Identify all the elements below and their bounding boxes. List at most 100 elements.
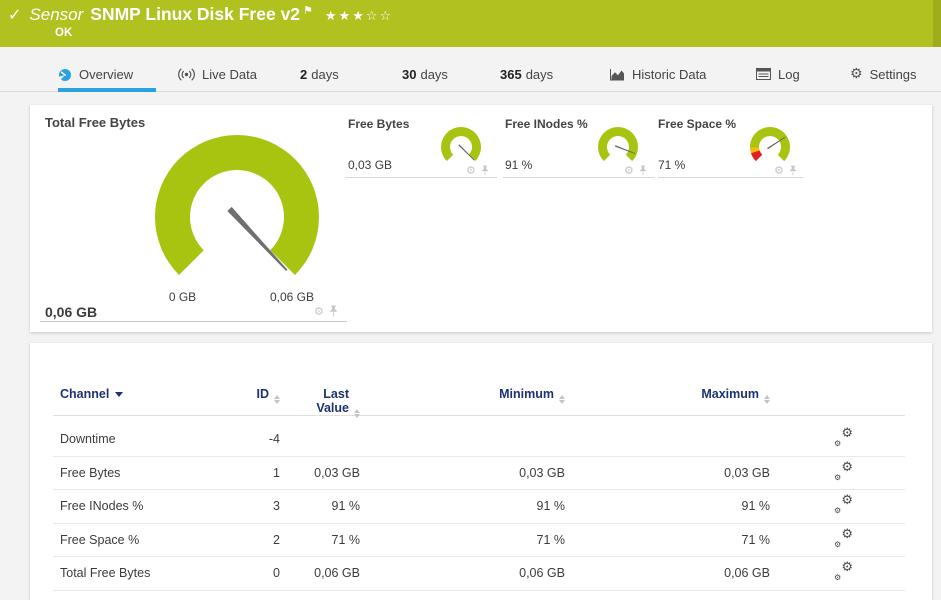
banner-edge-shade bbox=[933, 0, 941, 47]
status-badge: OK bbox=[55, 27, 73, 39]
mini-gauge-value: 91 % bbox=[505, 158, 533, 172]
channel-settings-icon[interactable]: ⚙ ⚙ bbox=[834, 494, 853, 515]
gauge-settings-icon[interactable]: ⚙ bbox=[624, 165, 634, 176]
channel-maximum: 0,06 GB bbox=[724, 566, 770, 581]
table-row-free-space: Free Space % 2 71 % 71 % 71 % ⚙ ⚙ bbox=[53, 524, 905, 557]
channel-settings-icon[interactable]: ⚙ ⚙ bbox=[834, 528, 853, 549]
tab-overview[interactable]: Overview bbox=[58, 47, 156, 92]
gauges-panel: Total Free Bytes 0 GB 0,06 GB 0,06 GB ⚙ … bbox=[30, 105, 932, 332]
mini-cell-rule bbox=[503, 177, 655, 178]
area-chart-icon bbox=[610, 69, 624, 81]
pin-icon[interactable] bbox=[789, 165, 797, 176]
flag-icon[interactable]: ⚑ bbox=[303, 4, 313, 17]
channel-id: 3 bbox=[273, 499, 280, 514]
gauge-settings-icon[interactable]: ⚙ bbox=[466, 165, 476, 176]
mini-gauge-title-free-bytes: Free Bytes bbox=[348, 117, 410, 131]
sensor-name: SNMP Linux Disk Free v2 bbox=[90, 4, 301, 24]
settings-gear-icon: ⚙ bbox=[850, 66, 863, 82]
tab-30-days[interactable]: 30 days bbox=[402, 47, 448, 92]
sensor-tab-bar: Overview Live Data 2 days 30 days 365 da… bbox=[0, 47, 941, 92]
primary-gauge-actions: ⚙ bbox=[314, 305, 338, 317]
channel-name: Downtime bbox=[60, 432, 116, 447]
mini-gauge-title-free-space: Free Space % bbox=[658, 117, 737, 131]
live-data-icon bbox=[178, 68, 195, 81]
stars-empty: ☆☆ bbox=[365, 9, 394, 24]
tab-label: days bbox=[311, 67, 339, 82]
channel-maximum: 71 % bbox=[741, 532, 771, 547]
column-label: Last Value bbox=[316, 387, 349, 415]
channel-id: -4 bbox=[268, 432, 280, 447]
primary-gauge-title: Total Free Bytes bbox=[45, 115, 146, 130]
tab-label: Settings bbox=[869, 67, 917, 82]
table-row-downtime: Downtime -4 ⚙ ⚙ bbox=[53, 423, 905, 457]
column-header-actions bbox=[770, 388, 905, 418]
channel-id: 1 bbox=[273, 465, 280, 480]
tab-live-data[interactable]: Live Data bbox=[178, 47, 257, 92]
mini-gauge-value: 71 % bbox=[658, 158, 686, 172]
tab-number: 365 bbox=[500, 67, 522, 82]
column-label: ID bbox=[256, 387, 270, 401]
primary-cell-rule bbox=[40, 321, 347, 322]
primary-gauge-value: 0,06 GB bbox=[45, 304, 98, 320]
channel-minimum: 0,06 GB bbox=[519, 566, 565, 581]
column-header-maximum[interactable]: Maximum bbox=[565, 387, 770, 418]
tab-number: 2 bbox=[300, 67, 308, 82]
channel-settings-icon[interactable]: ⚙ ⚙ bbox=[834, 427, 853, 448]
column-label: Maximum bbox=[701, 387, 759, 401]
tab-label: Live Data bbox=[202, 67, 257, 82]
column-header-minimum[interactable]: Minimum bbox=[360, 387, 565, 418]
channels-table-panel: Channel ID Last Value Minimum Maximum Do… bbox=[30, 343, 932, 600]
mini-gauge-free-inodes bbox=[598, 126, 638, 162]
channel-last-value: 71 % bbox=[331, 532, 361, 547]
sensor-status-banner: ✓ Sensor SNMP Linux Disk Free v2 ⚑ ★★★☆☆… bbox=[0, 0, 941, 47]
column-header-last-value[interactable]: Last Value bbox=[280, 387, 360, 418]
channel-minimum: 0,03 GB bbox=[519, 465, 565, 480]
mini-gauge-title-free-inodes: Free INodes % bbox=[505, 117, 588, 131]
channel-last-value: 91 % bbox=[331, 499, 361, 514]
stars-filled: ★★★ bbox=[324, 9, 366, 24]
pin-icon[interactable] bbox=[639, 165, 647, 176]
channel-id: 0 bbox=[273, 566, 280, 581]
gauge-settings-icon[interactable]: ⚙ bbox=[774, 165, 784, 176]
priority-stars[interactable]: ★★★☆☆ bbox=[325, 9, 393, 24]
tab-label: days bbox=[525, 67, 554, 82]
sensor-title-line: ✓ Sensor SNMP Linux Disk Free v2 ⚑ ★★★☆☆ bbox=[8, 4, 393, 25]
table-row-free-inodes: Free INodes % 3 91 % 91 % 91 % ⚙ ⚙ bbox=[53, 490, 905, 524]
mini-gauge-value: 0,03 GB bbox=[348, 158, 393, 172]
tab-label: Historic Data bbox=[632, 67, 707, 82]
channel-minimum: 71 % bbox=[536, 532, 566, 547]
tab-label: days bbox=[420, 67, 448, 82]
channel-maximum: 91 % bbox=[741, 499, 771, 514]
tab-365-days[interactable]: 365 days bbox=[500, 47, 553, 92]
gauge-settings-icon[interactable]: ⚙ bbox=[314, 306, 324, 317]
channel-name: Free INodes % bbox=[60, 499, 144, 514]
tab-label: Log bbox=[778, 67, 800, 82]
channel-settings-icon[interactable]: ⚙ ⚙ bbox=[834, 561, 853, 582]
tab-settings[interactable]: ⚙ Settings bbox=[850, 47, 917, 92]
gauge-icon bbox=[58, 69, 71, 81]
status-check-icon: ✓ bbox=[8, 5, 22, 24]
column-label: Minimum bbox=[499, 387, 554, 401]
object-type-label: Sensor bbox=[29, 5, 84, 24]
column-header-channel[interactable]: Channel bbox=[53, 387, 213, 418]
channel-id: 2 bbox=[273, 532, 280, 547]
mini-gauge-actions: ⚙ bbox=[466, 165, 489, 176]
column-label: Channel bbox=[60, 387, 110, 401]
prtg-sensor-page: ✓ Sensor SNMP Linux Disk Free v2 ⚑ ★★★☆☆… bbox=[0, 0, 941, 600]
tab-2-days[interactable]: 2 days bbox=[300, 47, 339, 92]
channel-name: Free Space % bbox=[60, 532, 140, 547]
mini-cell-rule bbox=[658, 177, 803, 178]
table-row-free-bytes: Free Bytes 1 0,03 GB 0,03 GB 0,03 GB ⚙ ⚙ bbox=[53, 457, 905, 490]
pin-icon[interactable] bbox=[329, 305, 338, 317]
gauge-scale-min: 0 GB bbox=[168, 290, 197, 304]
tab-log[interactable]: Log bbox=[756, 47, 800, 92]
mini-gauge-actions: ⚙ bbox=[774, 165, 797, 176]
channels-table-header: Channel ID Last Value Minimum Maximum bbox=[53, 383, 905, 418]
channel-settings-icon[interactable]: ⚙ ⚙ bbox=[834, 461, 853, 482]
pin-icon[interactable] bbox=[481, 165, 489, 176]
tab-historic-data[interactable]: Historic Data bbox=[610, 47, 706, 92]
channel-last-value: 0,03 GB bbox=[314, 465, 360, 480]
channel-minimum: 91 % bbox=[536, 499, 566, 514]
channel-name: Free Bytes bbox=[60, 465, 121, 480]
column-header-id[interactable]: ID bbox=[213, 387, 280, 418]
